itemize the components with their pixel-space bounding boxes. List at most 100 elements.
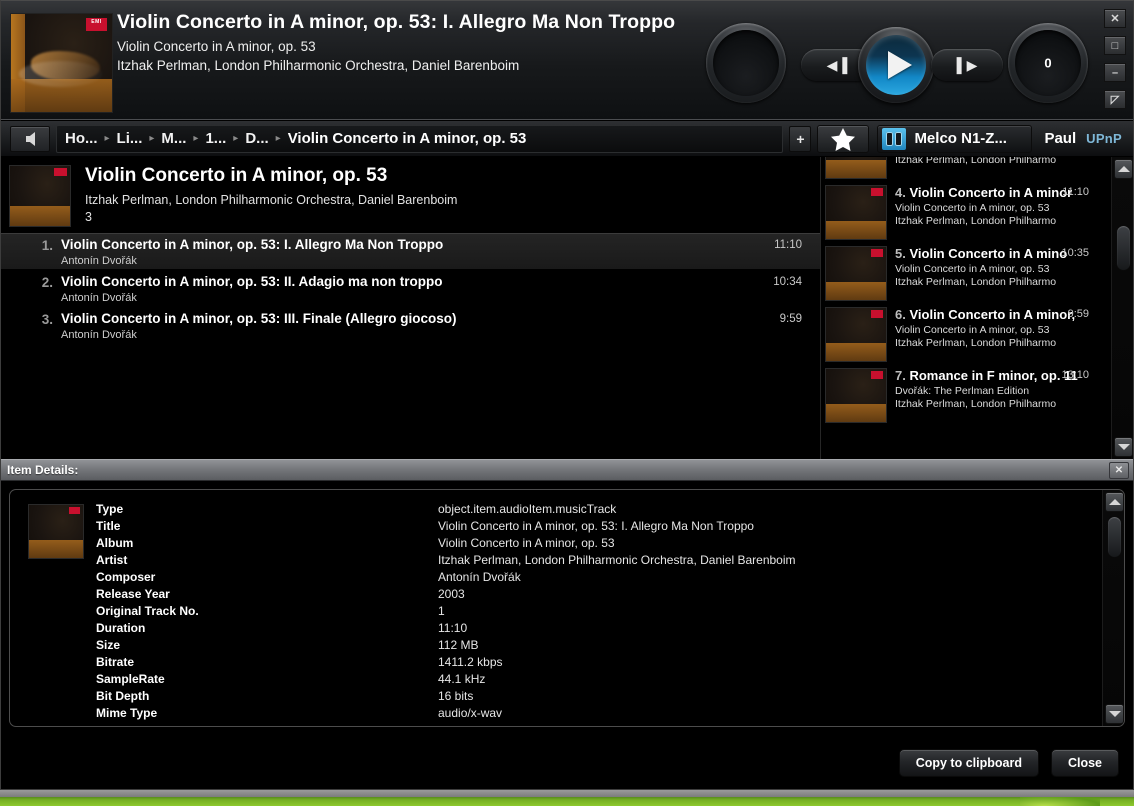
play-button[interactable] (858, 27, 934, 103)
emi-logo-icon (54, 168, 67, 176)
breadcrumb-item-2[interactable]: M... (161, 130, 186, 147)
detail-key: Bitrate (96, 655, 135, 669)
copy-to-clipboard-button[interactable]: Copy to clipboard (898, 749, 1039, 777)
album-header-art[interactable] (9, 165, 71, 227)
chevron-right-icon: ▸ (233, 133, 239, 144)
album-pane: Violin Concerto in A minor, op. 53 Itzha… (1, 157, 821, 459)
emi-logo-icon: EMI (86, 18, 107, 31)
detail-value: 44.1 kHz (438, 672, 486, 686)
scrollbar-thumb[interactable] (1107, 516, 1122, 558)
taskbar[interactable] (0, 790, 1134, 797)
close-button[interactable]: Close (1050, 749, 1119, 777)
navigation-bar: Ho... ▸ Li... ▸ M... ▸ 1... ▸ D... ▸ Vio… (1, 121, 1133, 157)
queue-item-line3: Itzhak Perlman, London Philharmo (895, 398, 1057, 410)
minimize-window-button[interactable]: – (1104, 63, 1126, 82)
track-composer: Antonín Dvořák (61, 329, 137, 341)
user-name: Paul (1044, 130, 1077, 147)
queue-item-number: 6. (895, 307, 906, 322)
queue-item-name: Violin Concerto in A minor (909, 185, 1073, 200)
desktop: EMI Violin Concerto in A minor, op. 53: … (0, 0, 1134, 806)
wallpaper-leaf (1020, 796, 1100, 806)
detail-key: Composer (96, 570, 156, 584)
breadcrumb-item-4[interactable]: D... (245, 130, 268, 147)
table-row: Duration 11:10 (96, 621, 1094, 638)
queue-item-number: 4. (895, 185, 906, 200)
window-controls: ✕ □ – ◸ (1104, 9, 1128, 117)
device-selector[interactable]: Melco N1-Z... (877, 124, 1033, 153)
table-row: Composer Antonín Dvořák (96, 570, 1094, 587)
track-title: Violin Concerto in A minor, op. 53: II. … (61, 274, 443, 289)
volume-knob[interactable]: 0 (1008, 23, 1088, 103)
position-knob[interactable] (706, 23, 786, 103)
now-playing-album-art[interactable]: EMI (10, 13, 113, 113)
list-item[interactable]: 7. Romance in F minor, op. 11 Dvořák: Th… (821, 363, 1111, 424)
position-knob-inner (713, 30, 779, 96)
detail-key: Original Track No. (96, 604, 199, 618)
item-details-label: Item Details: (7, 463, 79, 477)
next-track-button[interactable]: ▌▶ (931, 49, 1003, 81)
breadcrumb-item-5[interactable]: Violin Concerto in A minor, op. 53 (288, 130, 527, 147)
now-playing-bar: EMI Violin Concerto in A minor, op. 53: … (1, 1, 1133, 121)
queue-item-duration: 9:59 (1067, 308, 1089, 320)
album-art-floor (826, 159, 886, 178)
track-title: Violin Concerto in A minor, op. 53: III.… (61, 311, 457, 326)
queue-item-line3: Itzhak Perlman, London Philharmo (895, 337, 1057, 349)
album-art-floor (826, 403, 886, 422)
detail-value: 1411.2 kbps (438, 655, 503, 669)
table-row[interactable]: 3. Violin Concerto in A minor, op. 53: I… (1, 307, 820, 344)
detail-key: Duration (96, 621, 146, 635)
album-art-floor (826, 220, 886, 239)
scroll-up-button[interactable] (1105, 492, 1124, 512)
detail-value: Itzhak Perlman, London Philharmonic Orch… (438, 553, 796, 567)
track-title: Violin Concerto in A minor, op. 53: I. A… (61, 237, 444, 252)
queue-item-line3: Itzhak Perlman, London Philharmo (895, 276, 1057, 288)
item-details-close-button[interactable]: ✕ (1109, 462, 1129, 479)
queue-item-name: Romance in F minor, op. 11 (909, 368, 1078, 383)
queue-item-number: 5. (895, 246, 906, 261)
play-queue-scrollbar[interactable] (1111, 157, 1133, 459)
play-icon (888, 51, 912, 79)
media-player-window: EMI Violin Concerto in A minor, op. 53: … (0, 0, 1134, 790)
item-details-scrollbar[interactable] (1102, 490, 1124, 726)
dock-window-button[interactable]: ◸ (1104, 90, 1126, 109)
detail-key: Size (96, 638, 121, 652)
queue-item-art (825, 368, 887, 423)
queue-item-name: Violin Concerto in A minor, (909, 307, 1076, 322)
chevron-right-icon: ▸ (275, 133, 281, 144)
breadcrumb-item-1[interactable]: Li... (117, 130, 143, 147)
play-queue-list: 3. Violin Concerto in A minor, Antonín D… (821, 157, 1111, 459)
list-item[interactable]: 5. Violin Concerto in A mino Violin Conc… (821, 241, 1111, 302)
list-item[interactable]: 6. Violin Concerto in A minor, Violin Co… (821, 302, 1111, 363)
detail-value: audio/x-wav (438, 706, 503, 720)
back-button[interactable] (10, 125, 50, 152)
scroll-down-button[interactable] (1105, 704, 1124, 724)
detail-value: Antonín Dvořák (438, 570, 521, 584)
queue-item-line3: Itzhak Perlman, London Philharmo (895, 157, 1057, 166)
user-area[interactable]: Paul UPnP (1032, 130, 1128, 147)
scroll-up-button[interactable] (1114, 159, 1133, 179)
table-row: Title Violin Concerto in A minor, op. 53… (96, 519, 1094, 536)
restore-window-button[interactable]: □ (1104, 36, 1126, 55)
breadcrumb-item-3[interactable]: 1... (205, 130, 226, 147)
track-composer: Antonín Dvořák (61, 292, 137, 304)
scrollbar-thumb[interactable] (1116, 225, 1131, 271)
breadcrumb-item-0[interactable]: Ho... (65, 130, 98, 147)
detail-key: Artist (96, 553, 128, 567)
queue-item-body: 5. Violin Concerto in A mino Violin Conc… (887, 246, 1111, 297)
scroll-down-button[interactable] (1114, 437, 1133, 457)
queue-item-number: 7. (895, 368, 906, 383)
favourite-button[interactable] (817, 124, 870, 153)
close-window-button[interactable]: ✕ (1104, 9, 1126, 28)
chevron-down-icon (1117, 444, 1130, 450)
table-row[interactable]: 1. Violin Concerto in A minor, op. 53: I… (1, 233, 820, 270)
emi-logo-icon (871, 249, 883, 257)
table-row[interactable]: 2. Violin Concerto in A minor, op. 53: I… (1, 270, 820, 307)
add-button[interactable]: + (789, 125, 812, 152)
now-playing-artist: Itzhak Perlman, London Philharmonic Orch… (117, 58, 520, 73)
queue-item-body: 4. Violin Concerto in A minor Violin Con… (887, 185, 1111, 236)
track-duration: 11:10 (774, 239, 802, 251)
breadcrumb[interactable]: Ho... ▸ Li... ▸ M... ▸ 1... ▸ D... ▸ Vio… (56, 124, 784, 153)
list-item[interactable]: 3. Violin Concerto in A minor, Antonín D… (821, 157, 1111, 180)
list-item[interactable]: 4. Violin Concerto in A minor Violin Con… (821, 180, 1111, 241)
play-queue-pane: 3. Violin Concerto in A minor, Antonín D… (821, 157, 1133, 459)
